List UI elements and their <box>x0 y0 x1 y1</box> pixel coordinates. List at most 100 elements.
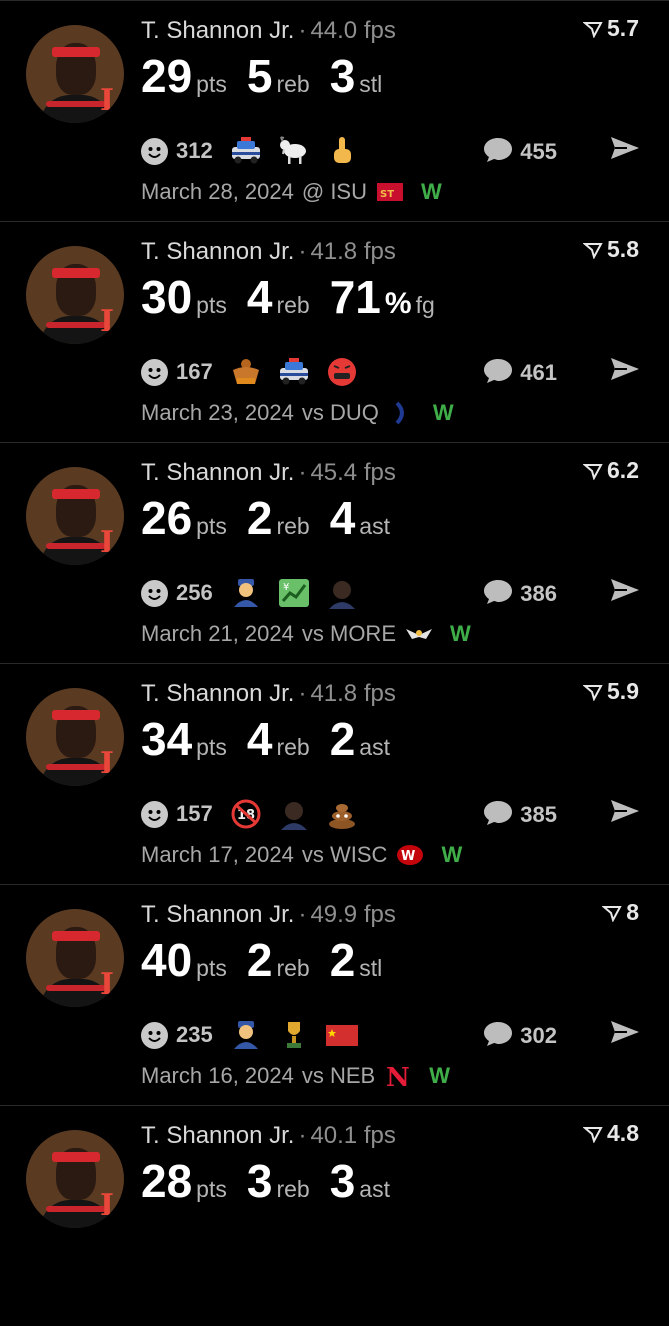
game-date: March 21, 2024 <box>141 621 294 646</box>
stat-line: 29 pts 5 reb 3 stl <box>141 53 382 99</box>
share-send-icon[interactable] <box>609 1018 641 1046</box>
stat-line: 30 pts 4 reb 71% fg <box>141 274 435 321</box>
svg-text:W: W <box>401 849 415 864</box>
stat-label: pts <box>196 71 227 97</box>
china-flag-icon[interactable] <box>325 1019 359 1051</box>
player-avatar[interactable]: I <box>26 246 124 344</box>
comment-count: 386 <box>520 581 557 606</box>
game-result: W <box>441 842 463 867</box>
rating-icon <box>583 684 603 701</box>
smiley-reaction-icon[interactable] <box>141 1021 168 1049</box>
fps-score: 41.8 fps <box>310 680 396 707</box>
player-avatar[interactable]: I <box>26 467 124 565</box>
comment-bubble-icon <box>482 1019 514 1053</box>
stat-label: ast <box>359 1176 390 1202</box>
share-send-icon[interactable] <box>609 797 641 825</box>
player-name[interactable]: T. Shannon Jr. <box>141 459 294 486</box>
player-name[interactable]: T. Shannon Jr. <box>141 238 294 265</box>
stat-value: 2 <box>246 934 273 986</box>
game-post-card[interactable]: I T. Shannon Jr. · 45.4 fps 6.2 26 pts 2 reb… <box>0 442 669 663</box>
stat-reb: 4 reb <box>247 274 310 320</box>
game-post-card[interactable]: I T. Shannon Jr. · 40.1 fps 4.8 28 pts 3 reb… <box>0 1105 669 1326</box>
comments-button[interactable]: 302 <box>482 1019 557 1053</box>
stat-ast: 4 ast <box>330 495 390 541</box>
game-date: March 23, 2024 <box>141 400 294 425</box>
comment-count: 385 <box>520 802 557 827</box>
rating-badge: 5.8 <box>583 236 639 263</box>
player-avatar[interactable]: I <box>26 688 124 786</box>
rating-badge: 5.9 <box>583 678 639 705</box>
comments-button[interactable]: 385 <box>482 798 557 832</box>
stat-label: pts <box>196 734 227 760</box>
player-name[interactable]: T. Shannon Jr. <box>141 1122 294 1149</box>
stat-label: pts <box>196 513 227 539</box>
reactions-bar: 157 18 <box>141 798 373 830</box>
player-avatar[interactable]: I <box>26 909 124 1007</box>
rating-badge: 5.7 <box>583 15 639 42</box>
comment-bubble-icon <box>482 356 514 390</box>
stat-percent-sign: % <box>384 287 412 320</box>
chart-yen-icon[interactable]: ¥ <box>277 577 311 609</box>
face-icon[interactable] <box>277 798 311 830</box>
rating-value: 4.8 <box>607 1120 639 1146</box>
post-header: T. Shannon Jr. · 40.1 fps <box>141 1122 396 1150</box>
opponent: vs MORE <box>301 621 396 646</box>
smiley-reaction-icon[interactable] <box>141 358 168 386</box>
rating-icon <box>602 905 622 922</box>
stat-line: 26 pts 2 reb 4 ast <box>141 495 390 541</box>
stat-pts: 28 pts <box>141 1158 227 1204</box>
stat-reb: 4 reb <box>247 716 310 762</box>
comments-button[interactable]: 455 <box>482 135 557 169</box>
police-car-icon[interactable] <box>277 356 311 388</box>
player-name[interactable]: T. Shannon Jr. <box>141 17 294 44</box>
face-icon[interactable] <box>325 577 359 609</box>
stat-reb: 5 reb <box>247 53 310 99</box>
stat-line: 28 pts 3 reb 3 ast <box>141 1158 390 1204</box>
comments-button[interactable]: 461 <box>482 356 557 390</box>
middle-finger-icon[interactable] <box>325 135 359 167</box>
reaction-count: 157 <box>176 801 213 826</box>
angry-cursing-face-icon[interactable] <box>325 356 359 388</box>
share-send-icon[interactable] <box>609 134 641 162</box>
trophy-icon[interactable] <box>277 1019 311 1051</box>
game-result: W <box>421 179 442 204</box>
game-date: March 28, 2024 <box>141 179 294 204</box>
fps-score: 41.8 fps <box>310 238 396 265</box>
post-feed: I T. Shannon Jr. · 44.0 fps 5.7 29 pts 5 reb… <box>0 0 669 1326</box>
stat-pts: 34 pts <box>141 716 227 762</box>
rating-value: 6.2 <box>607 457 639 483</box>
comments-button[interactable]: 386 <box>482 577 557 611</box>
game-post-card[interactable]: I T. Shannon Jr. · 41.8 fps 5.8 30 pts 4 reb… <box>0 221 669 442</box>
stat-label: ast <box>359 513 390 539</box>
stat-ast: 3 ast <box>330 1158 390 1204</box>
police-car-icon[interactable] <box>229 135 263 167</box>
game-info: March 16, 2024 vs NEB N W <box>141 1063 450 1093</box>
smiley-reaction-icon[interactable] <box>141 800 168 828</box>
separator: · <box>298 17 307 44</box>
stat-value: 3 <box>329 50 356 102</box>
smiley-reaction-icon[interactable] <box>141 137 168 165</box>
player-name[interactable]: T. Shannon Jr. <box>141 680 294 707</box>
player-name[interactable]: T. Shannon Jr. <box>141 901 294 928</box>
goat-icon[interactable] <box>277 135 311 167</box>
game-result: W <box>432 400 454 425</box>
game-post-card[interactable]: I T. Shannon Jr. · 44.0 fps 5.7 29 pts 5 reb… <box>0 0 669 221</box>
rating-value: 5.8 <box>607 236 639 262</box>
stat-value: 34 <box>141 713 193 765</box>
player-avatar[interactable]: I <box>26 25 124 123</box>
player-avatar[interactable]: I <box>26 1130 124 1228</box>
police-officer-icon[interactable] <box>229 577 263 609</box>
no-under-18-icon[interactable]: 18 <box>229 798 263 830</box>
game-post-card[interactable]: I T. Shannon Jr. · 49.9 fps 8 40 pts 2 reb 2… <box>0 884 669 1105</box>
stat-value: 2 <box>329 713 356 765</box>
game-post-card[interactable]: I T. Shannon Jr. · 41.8 fps 5.9 34 pts 4 reb… <box>0 663 669 884</box>
share-send-icon[interactable] <box>609 576 641 604</box>
post-header: T. Shannon Jr. · 41.8 fps <box>141 238 396 266</box>
pile-of-poo-icon[interactable] <box>325 798 359 830</box>
bodybuilder-icon[interactable] <box>229 356 263 388</box>
smiley-reaction-icon[interactable] <box>141 579 168 607</box>
fps-score: 40.1 fps <box>310 1122 396 1149</box>
share-send-icon[interactable] <box>609 355 641 383</box>
comment-count: 455 <box>520 139 557 164</box>
police-officer-icon[interactable] <box>229 1019 263 1051</box>
